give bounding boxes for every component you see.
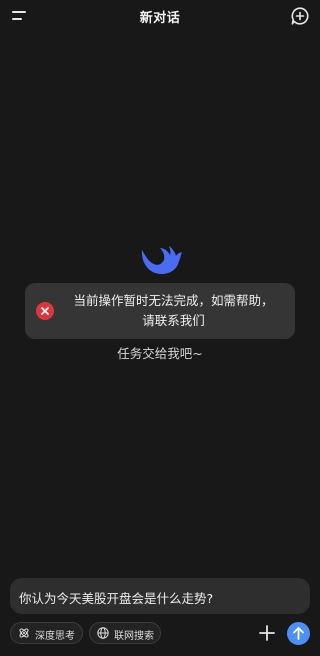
deep-think-button[interactable]: 深度思考 <box>10 622 83 644</box>
web-search-label: 联网搜索 <box>114 631 154 642</box>
atom-icon <box>19 628 29 638</box>
message-input-value: 你认为今天美股开盘会是什么走势? <box>19 591 214 606</box>
arrow-up-icon <box>293 627 304 640</box>
welcome-subtitle: 任务交给我吧~ <box>117 346 203 361</box>
error-toast: 当前操作暂时无法完成，如需帮助， 请联系我们 <box>25 283 295 339</box>
page-title: 新对话 <box>139 11 181 26</box>
send-button[interactable] <box>287 622 310 645</box>
globe-icon <box>97 627 109 639</box>
deep-think-label: 深度思考 <box>35 631 75 642</box>
app-header: 新对话 <box>0 0 320 34</box>
plus-icon[interactable] <box>258 624 276 642</box>
error-icon <box>36 302 54 320</box>
toast-message-line2: 请联系我们 <box>142 313 205 328</box>
whale-logo-icon <box>141 246 182 275</box>
message-input[interactable]: 你认为今天美股开盘会是什么走势? <box>10 578 310 614</box>
new-chat-icon[interactable] <box>290 6 310 26</box>
toast-message-line1: 当前操作暂时无法完成，如需帮助， <box>73 293 274 308</box>
web-search-button[interactable]: 联网搜索 <box>89 622 161 644</box>
toast-message: 当前操作暂时无法完成，如需帮助， 请联系我们 <box>62 291 285 331</box>
